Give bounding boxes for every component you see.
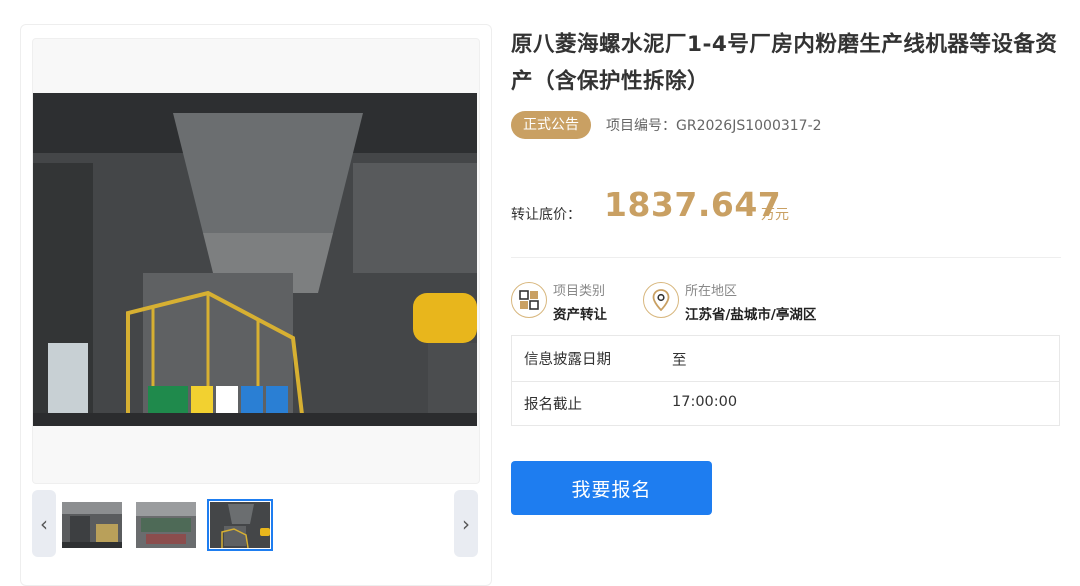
map-pin-icon	[643, 282, 679, 318]
location-title: 所在地区	[685, 284, 738, 299]
next-thumb-button[interactable]: ›	[454, 490, 478, 557]
listing-title: 原八菱海螺水泥厂1-4号厂房内粉磨生产线机器等设备资产（含保护性拆除）	[511, 32, 1058, 94]
project-number: 项目编号：GR2026JS1000317-2	[606, 118, 822, 134]
prev-thumb-button[interactable]: ‹	[32, 490, 56, 557]
disclosure-date-label: 信息披露日期	[524, 352, 611, 368]
signup-button[interactable]: 我要报名	[511, 461, 712, 515]
info-table: 信息披露日期 至 报名截止 17:00:00	[511, 335, 1060, 426]
price-value: 1837.647	[604, 185, 782, 224]
category-title: 项目类别	[553, 284, 606, 299]
status-badge: 正式公告	[511, 111, 591, 139]
thumbnail-3[interactable]	[207, 499, 273, 551]
main-photo[interactable]	[33, 93, 477, 426]
table-row: 信息披露日期 至	[512, 336, 1059, 382]
divider	[511, 257, 1061, 258]
location-value: 江苏省/盐城市/亭湖区	[685, 307, 817, 323]
thumbnail-2[interactable]	[136, 502, 196, 548]
deadline-value: 17:00:00	[672, 394, 738, 410]
thumbnail-1[interactable]	[62, 502, 122, 548]
category-value: 资产转让	[553, 307, 607, 323]
price-label: 转让底价：	[511, 207, 581, 223]
chevron-left-icon: ‹	[40, 511, 48, 536]
table-row: 报名截止 17:00:00	[512, 381, 1059, 426]
grid-icon	[511, 282, 547, 318]
disclosure-date-value: 至	[672, 353, 687, 369]
deadline-label: 报名截止	[524, 397, 582, 413]
chevron-right-icon: ›	[462, 511, 470, 536]
price-unit: 万元	[761, 207, 789, 223]
thumbnail-strip: ‹ ›	[32, 490, 478, 557]
